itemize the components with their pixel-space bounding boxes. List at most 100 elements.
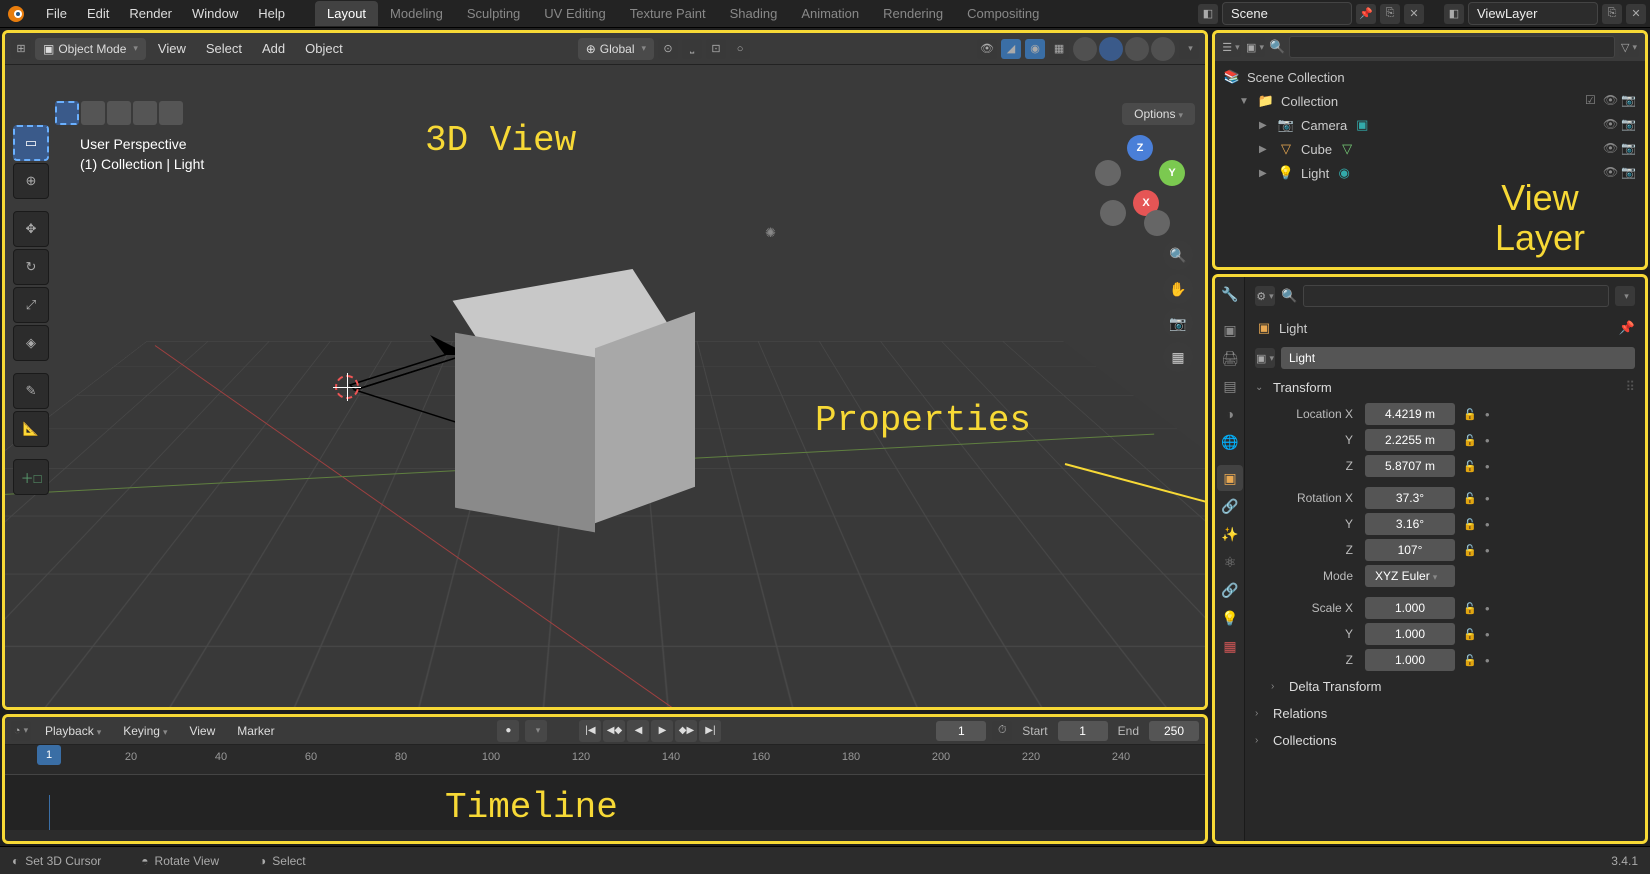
current-frame-field[interactable]	[936, 721, 986, 741]
tab-shading[interactable]: Shading	[718, 1, 790, 26]
snap-element-icon[interactable]: ⊡	[706, 39, 726, 59]
viewlayer-delete-icon[interactable]: ✕	[1626, 4, 1646, 24]
outliner-item-camera[interactable]: ▶ 📷 Camera ▣ 👁 📷	[1219, 113, 1641, 137]
menu-help[interactable]: Help	[248, 2, 295, 25]
rotation-z-field[interactable]: 107°	[1365, 539, 1455, 561]
rotation-mode-select[interactable]: XYZ Euler	[1365, 565, 1455, 587]
keyframe-dot-icon[interactable]: •	[1485, 601, 1490, 616]
timeline-menu-marker[interactable]: Marker	[229, 721, 282, 741]
eye-icon[interactable]: 👁	[1603, 165, 1619, 181]
menu-window[interactable]: Window	[182, 2, 248, 25]
material-shading-icon[interactable]	[1125, 37, 1149, 61]
panel-delta-transform[interactable]: ›Delta Transform	[1251, 673, 1639, 700]
start-frame-field[interactable]	[1058, 721, 1108, 741]
select-mode-subtract[interactable]	[107, 101, 131, 125]
properties-search-field[interactable]	[1303, 285, 1609, 307]
tool-measure[interactable]: 📐	[13, 411, 49, 447]
options-icon[interactable]	[1615, 286, 1635, 306]
tab-viewlayer-icon[interactable]: ▤	[1217, 373, 1243, 399]
viewport-menu-object[interactable]: Object	[297, 37, 351, 60]
tab-layout[interactable]: Layout	[315, 1, 378, 26]
keyframe-dot-icon[interactable]: •	[1485, 433, 1490, 448]
keyframe-next-icon[interactable]: ◆▶	[675, 720, 697, 742]
tool-cursor[interactable]: ⊕	[13, 163, 49, 199]
viewlayer-new-icon[interactable]: ⎘	[1602, 4, 1622, 24]
scene-pin-icon[interactable]: 📌	[1356, 4, 1376, 24]
timeline-menu-keying[interactable]: Keying	[115, 721, 175, 741]
gizmo-neg-axis[interactable]	[1144, 210, 1170, 236]
keyframe-dot-icon[interactable]: •	[1485, 459, 1490, 474]
object-light[interactable]: ✺	[765, 225, 776, 241]
viewport-3d-canvas[interactable]: User Perspective (1) Collection | Light …	[5, 65, 1205, 707]
display-mode-icon[interactable]: ▣	[1245, 37, 1265, 57]
menu-file[interactable]: File	[36, 2, 77, 25]
solid-shading-icon[interactable]	[1099, 37, 1123, 61]
eye-icon[interactable]: 👁	[1603, 93, 1619, 109]
perspective-icon[interactable]: ▦	[1163, 342, 1193, 372]
navigation-gizmo[interactable]: Z Y X	[1095, 135, 1185, 225]
overlay-toggle-icon[interactable]: ◉	[1025, 39, 1045, 59]
outliner-scene-collection[interactable]: 📚 Scene Collection	[1219, 65, 1641, 89]
scale-y-field[interactable]: 1.000	[1365, 623, 1455, 645]
object-cube[interactable]	[455, 280, 685, 530]
tab-modeling[interactable]: Modeling	[378, 1, 455, 26]
timeline-body[interactable]	[5, 775, 1205, 830]
proportional-edit-icon[interactable]: ○	[730, 39, 750, 59]
playhead[interactable]: 1	[37, 745, 61, 765]
editor-type-outliner-icon[interactable]: ☰	[1221, 37, 1241, 57]
visibility-icon[interactable]: 👁	[977, 39, 997, 59]
disclosure-icon[interactable]: ▶	[1259, 144, 1271, 155]
lock-icon[interactable]: 🔓	[1463, 544, 1477, 557]
keyframe-dot-icon[interactable]: •	[1485, 407, 1490, 422]
tab-world-icon[interactable]: 🌐	[1217, 429, 1243, 455]
blender-logo-icon[interactable]	[4, 2, 28, 26]
gizmo-toggle-icon[interactable]: ◢	[1001, 39, 1021, 59]
tab-rendering[interactable]: Rendering	[871, 1, 955, 26]
lock-icon[interactable]: 🔓	[1463, 602, 1477, 615]
camera-icon[interactable]: 📷	[1621, 117, 1637, 133]
shading-dropdown-icon[interactable]	[1179, 39, 1199, 59]
lock-icon[interactable]: 🔓	[1463, 492, 1477, 505]
transform-orientation[interactable]: ⊕ Global	[578, 38, 654, 60]
editor-type-timeline-icon[interactable]: ◔	[11, 721, 31, 741]
timeline-menu-view[interactable]: View	[181, 721, 223, 741]
scene-name-field[interactable]: Scene	[1222, 2, 1352, 25]
tab-modifiers-icon[interactable]: 🔗	[1217, 493, 1243, 519]
scene-browse-icon[interactable]: ◧	[1198, 4, 1218, 24]
lock-icon[interactable]: 🔓	[1463, 654, 1477, 667]
tab-constraints-icon[interactable]: 🔗	[1217, 577, 1243, 603]
mode-selector[interactable]: ▣ Object Mode	[35, 38, 146, 60]
outliner-search-field[interactable]	[1289, 36, 1615, 58]
location-y-field[interactable]: 2.2255 m	[1365, 429, 1455, 451]
gizmo-y-axis[interactable]: Y	[1159, 160, 1185, 186]
gizmo-neg-axis[interactable]	[1095, 160, 1121, 186]
tab-compositing[interactable]: Compositing	[955, 1, 1051, 26]
zoom-icon[interactable]: 🔍	[1163, 240, 1193, 270]
rotation-y-field[interactable]: 3.16°	[1365, 513, 1455, 535]
tab-sculpting[interactable]: Sculpting	[455, 1, 532, 26]
tab-data-icon[interactable]: 💡	[1217, 605, 1243, 631]
keyframe-dot-icon[interactable]: •	[1485, 627, 1490, 642]
viewport-menu-view[interactable]: View	[150, 37, 194, 60]
tool-move[interactable]: ✥	[13, 211, 49, 247]
select-mode-intersect[interactable]	[159, 101, 183, 125]
eye-icon[interactable]: 👁	[1603, 117, 1619, 133]
scale-z-field[interactable]: 1.000	[1365, 649, 1455, 671]
tab-animation[interactable]: Animation	[789, 1, 871, 26]
select-mode-extend[interactable]	[81, 101, 105, 125]
tab-particles-icon[interactable]: ✨	[1217, 521, 1243, 547]
checkbox-icon[interactable]: ☑	[1585, 93, 1601, 109]
panel-collections[interactable]: ›Collections	[1251, 727, 1639, 754]
location-x-field[interactable]: 4.4219 m	[1365, 403, 1455, 425]
lock-icon[interactable]: 🔓	[1463, 460, 1477, 473]
rotation-x-field[interactable]: 37.3°	[1365, 487, 1455, 509]
tool-select-box[interactable]: ▭	[13, 125, 49, 161]
wireframe-shading-icon[interactable]	[1073, 37, 1097, 61]
menu-render[interactable]: Render	[119, 2, 182, 25]
tab-output-icon[interactable]: 🖨	[1217, 345, 1243, 371]
keyframe-prev-icon[interactable]: ◀◆	[603, 720, 625, 742]
editor-type-properties-icon[interactable]: ⚙	[1255, 286, 1275, 306]
tab-uv-editing[interactable]: UV Editing	[532, 1, 617, 26]
disclosure-icon[interactable]: ▶	[1259, 168, 1271, 179]
pan-icon[interactable]: ✋	[1163, 274, 1193, 304]
